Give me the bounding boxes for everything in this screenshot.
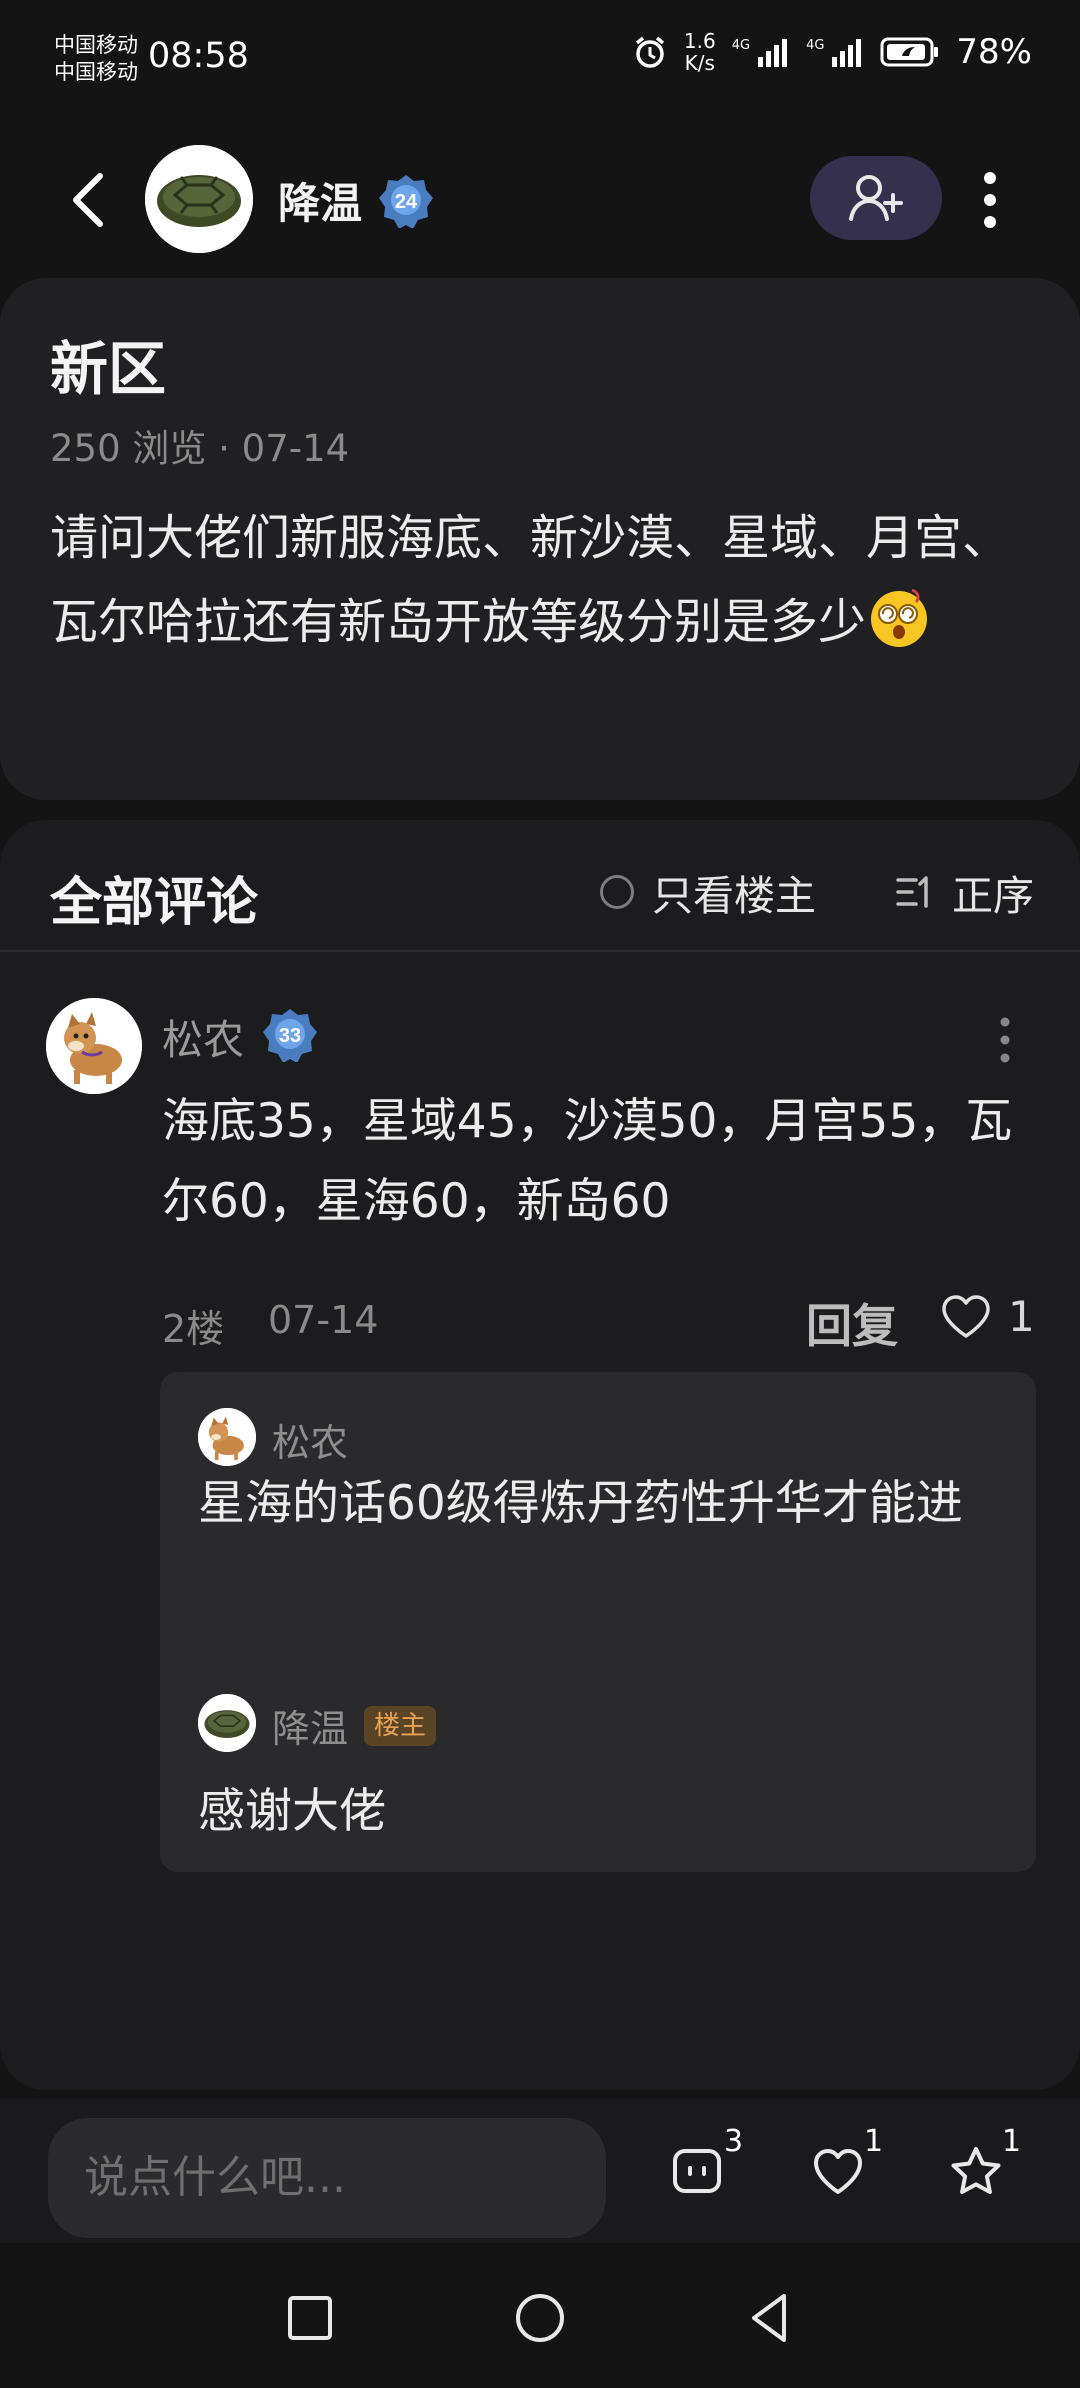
signal-icon-2 <box>832 39 862 67</box>
reply-button[interactable]: 回复 <box>806 1290 898 1356</box>
clock: 08:58 <box>148 36 249 76</box>
like-count: 1 <box>864 2124 884 2159</box>
reply-list: 松农 星海的话60级得炼丹药性升华才能进 降温 楼主 感谢大佬 <box>160 1372 1036 1872</box>
status-icons: 1.6 K/s 4G 4G 78% <box>632 30 1032 74</box>
network-type-1: 4G <box>731 38 751 53</box>
carrier-1: 中国移动 <box>54 33 138 57</box>
only-op-filter[interactable]: 只看楼主 <box>600 862 816 922</box>
circle-icon <box>516 2294 564 2342</box>
system-nav-bar <box>0 2248 1080 2388</box>
more-vertical-icon <box>1000 1017 1010 1063</box>
comment-date: 07-14 <box>268 1298 379 1342</box>
radio-icon <box>600 875 634 909</box>
back-nav-button[interactable] <box>740 2288 800 2348</box>
like-button[interactable]: 1 <box>804 2124 894 2218</box>
more-vertical-icon <box>984 172 996 228</box>
author-avatar[interactable] <box>145 145 253 253</box>
battery-percent: 78% <box>956 32 1032 72</box>
comment-count: 3 <box>724 2124 744 2159</box>
reply-text: 星海的话60级得炼丹药性升华才能进 <box>198 1476 963 1531</box>
shiba-dog-avatar <box>198 1408 256 1466</box>
comment-like-count: 1 <box>1008 1292 1035 1341</box>
network-speed: 1.6 K/s <box>684 30 716 74</box>
add-user-icon <box>849 175 903 221</box>
post-title: 新区 <box>50 335 167 403</box>
bottom-action-bar: 说点什么吧... 3 1 1 <box>0 2098 1080 2243</box>
level-number: 24 <box>395 191 418 213</box>
network-type-2: 4G <box>806 38 825 53</box>
commenter-avatar[interactable] <box>46 998 142 1094</box>
post-meta: 250 浏览 · 07-14 <box>50 427 350 470</box>
speed-value: 1.6 <box>683 29 716 53</box>
sort-order-button[interactable]: 正序 <box>894 862 1034 922</box>
comment-more-button[interactable] <box>990 1012 1020 1068</box>
sort-icon <box>896 876 928 908</box>
commenter-level-badge: 33 <box>262 1006 318 1063</box>
status-bar: 中国移动 中国移动 08:58 1.6 K/s 4G 4G 78% <box>0 0 1080 118</box>
level-shield-icon: 24 <box>379 175 433 229</box>
carrier-info: 中国移动 中国移动 <box>54 32 138 86</box>
dizzy-face-emoji-icon <box>871 588 928 647</box>
triangle-back-icon <box>752 2294 786 2342</box>
sort-label: 正序 <box>952 872 1034 920</box>
op-badge: 楼主 <box>364 1706 437 1746</box>
reply-avatar[interactable] <box>198 1408 256 1466</box>
level-shield-icon: 33 <box>263 1009 317 1063</box>
post-card: 新区 250 浏览 · 07-14 请问大佬们新服海底、新沙漠、星域、月宫、瓦尔… <box>0 278 1080 800</box>
comments-section: 全部评论 只看楼主 正序 松农 33 海底35，星域45，沙漠50，月宫55，瓦… <box>0 820 1080 2090</box>
reply-avatar[interactable] <box>198 1694 256 1752</box>
turtle-shell-avatar <box>145 145 253 253</box>
divider <box>0 950 1080 952</box>
favorite-count: 1 <box>1002 2124 1022 2159</box>
home-button[interactable] <box>510 2288 570 2348</box>
reply-name[interactable]: 松农 <box>272 1412 348 1467</box>
comment-text: 海底35，星域45，沙漠50，月宫55，瓦尔60，星海60，新岛60 <box>162 1094 1013 1229</box>
recent-apps-button[interactable] <box>280 2288 340 2348</box>
only-op-label: 只看楼主 <box>652 872 816 920</box>
turtle-shell-avatar <box>198 1694 256 1752</box>
shiba-dog-avatar <box>46 998 142 1094</box>
square-icon <box>288 2296 332 2340</box>
reply-name[interactable]: 降温 <box>272 1698 348 1753</box>
commenter-name[interactable]: 松农 <box>162 1006 244 1066</box>
more-options-button[interactable] <box>970 166 1010 234</box>
comment-icon <box>673 2149 721 2193</box>
post-body[interactable]: 请问大佬们新服海底、新沙漠、星域、月宫、瓦尔哈拉还有新岛开放等级分别是多少 <box>50 496 1030 664</box>
post-header: 降温 24 <box>0 140 1080 260</box>
carrier-2: 中国移动 <box>54 60 138 84</box>
speed-unit: K/s <box>684 51 715 75</box>
back-icon <box>73 173 103 227</box>
author-name[interactable]: 降温 <box>278 170 362 231</box>
signal-icon-1 <box>758 39 788 67</box>
back-button[interactable] <box>62 168 118 232</box>
level-badge: 24 <box>378 172 434 229</box>
comment-input[interactable]: 说点什么吧... <box>48 2118 606 2238</box>
comment-count-button[interactable]: 3 <box>664 2124 754 2218</box>
commenter-level-number: 33 <box>279 1025 301 1047</box>
alarm-icon <box>635 36 665 68</box>
battery-icon <box>880 37 939 67</box>
star-icon <box>951 2147 1001 2194</box>
follow-button[interactable] <box>810 156 942 240</box>
comments-title: 全部评论 <box>50 873 259 933</box>
heart-icon <box>814 2149 862 2194</box>
heart-icon <box>942 1294 990 1338</box>
comment-like-button[interactable]: 1 <box>940 1292 1035 1341</box>
favorite-button[interactable]: 1 <box>942 2124 1032 2218</box>
reply-text: 感谢大佬 <box>198 1784 386 1839</box>
comment-floor: 2楼 <box>162 1307 225 1351</box>
